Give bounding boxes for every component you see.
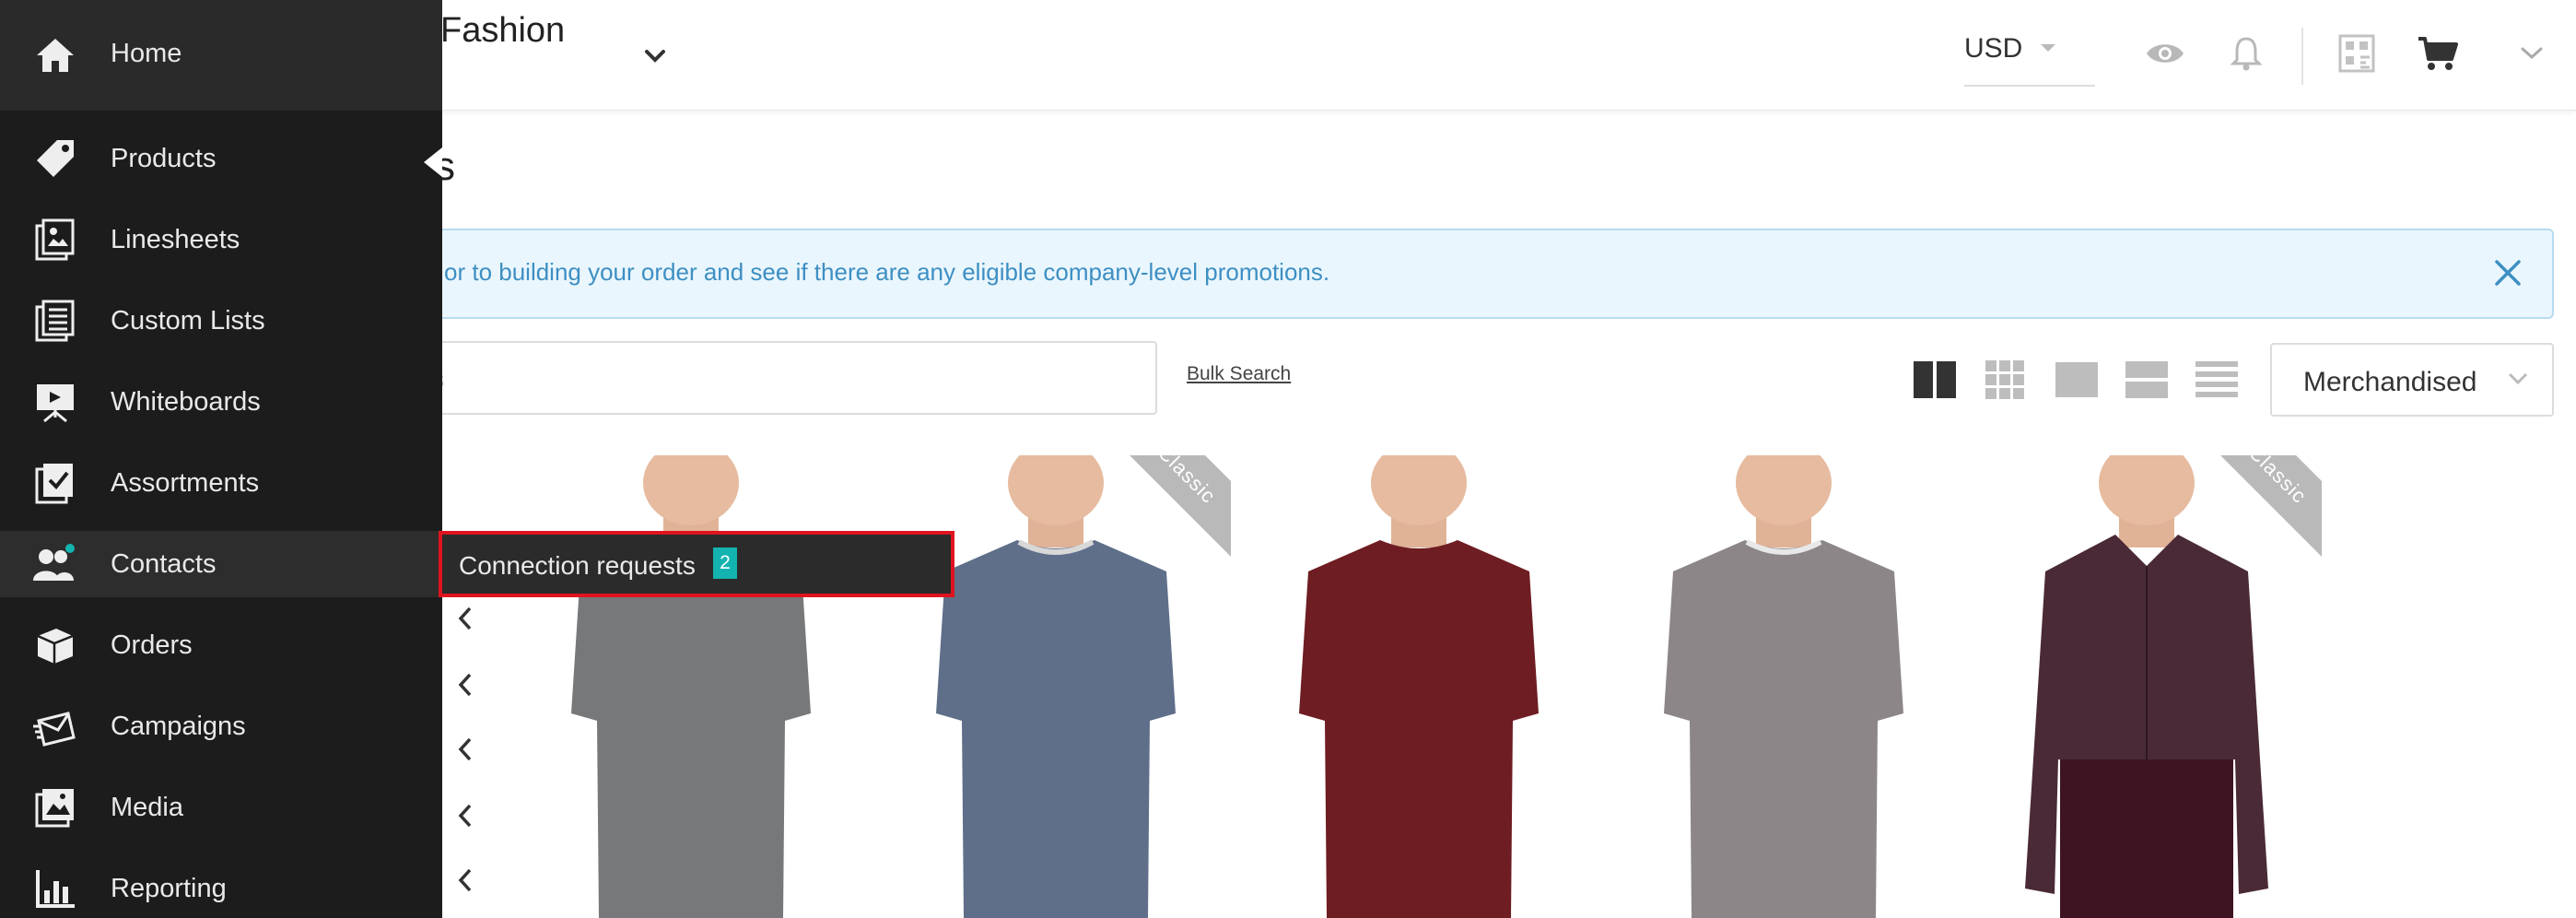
box-icon	[31, 621, 79, 669]
sidebar-item-label: Reporting	[111, 874, 227, 903]
sidebar-item-label: Whiteboards	[111, 387, 261, 417]
view-large-grid-icon[interactable]	[1911, 356, 1959, 404]
caret-down-icon	[2040, 41, 2056, 57]
home-icon	[31, 31, 79, 79]
bulk-search-link[interactable]: Bulk Search	[1187, 363, 1291, 385]
connection-requests-menu-item[interactable]: Connection requests 2	[439, 531, 954, 597]
sidebar-item-custom-lists[interactable]: Custom Lists	[0, 288, 442, 354]
sidebar-item-label: Orders	[111, 630, 193, 660]
chevron-left-icon[interactable]	[451, 605, 479, 632]
view-rows-icon[interactable]	[2123, 356, 2171, 404]
view-list-icon[interactable]	[2193, 356, 2241, 404]
connection-requests-label: Connection requests	[459, 551, 696, 580]
ribbon-label: Classic	[1153, 455, 1221, 509]
chevron-down-icon	[2508, 372, 2528, 390]
assortments-icon	[31, 459, 79, 507]
eye-icon[interactable]	[2143, 31, 2187, 76]
product-card[interactable]: Classic	[1972, 455, 2322, 918]
whiteboard-icon	[31, 378, 79, 426]
sidebar-item-label: Assortments	[111, 468, 260, 498]
tag-icon	[31, 135, 79, 182]
sidebar: Home Products Linesheets Custom Lists Wh…	[0, 0, 442, 918]
chevron-left-icon[interactable]	[451, 866, 479, 894]
view-small-grid-icon[interactable]	[1981, 356, 2029, 404]
product-card[interactable]: Classic	[881, 455, 1231, 918]
chevron-left-icon[interactable]	[451, 671, 479, 699]
header-divider	[2301, 28, 2303, 85]
view-single-icon[interactable]	[2053, 356, 2101, 404]
product-card[interactable]	[1609, 455, 1959, 918]
close-icon[interactable]	[2489, 254, 2526, 291]
sidebar-item-whiteboards[interactable]: Whiteboards	[0, 369, 442, 435]
sidebar-item-label: Home	[111, 39, 182, 68]
sort-select[interactable]: Merchandised	[2270, 343, 2554, 417]
sidebar-item-campaigns[interactable]: Campaigns	[0, 693, 442, 759]
sort-value: Merchandised	[2303, 367, 2477, 397]
chart-icon	[31, 865, 79, 912]
qr-icon[interactable]	[2335, 31, 2379, 76]
sidebar-item-contacts[interactable]: Contacts	[0, 531, 442, 597]
connection-requests-badge: 2	[713, 547, 737, 579]
sidebar-item-home[interactable]: Home	[0, 0, 442, 111]
brand-switch-chevron-icon[interactable]	[639, 41, 671, 72]
sidebar-active-pointer	[424, 147, 442, 177]
sidebar-item-media[interactable]: Media	[0, 774, 442, 841]
sidebar-item-label: Contacts	[111, 549, 217, 579]
sidebar-item-label: Campaigns	[111, 712, 246, 741]
ribbon-label: Classic	[2243, 455, 2312, 509]
currency-value: USD	[1964, 33, 2023, 64]
chevron-left-icon[interactable]	[451, 736, 479, 763]
list-icon	[31, 297, 79, 345]
sidebar-item-linesheets[interactable]: Linesheets	[0, 206, 442, 273]
product-ribbon: Classic	[1972, 455, 2322, 638]
campaign-icon	[31, 702, 79, 750]
sidebar-item-reporting[interactable]: Reporting	[0, 855, 442, 918]
contacts-icon	[31, 540, 79, 588]
sidebar-item-label: Products	[111, 144, 217, 173]
sidebar-item-orders[interactable]: Orders	[0, 612, 442, 678]
search-input[interactable]: ts	[405, 341, 1157, 415]
promotions-alert: or to building your order and see if the…	[405, 229, 2554, 319]
account-chevron-down-icon[interactable]	[2510, 31, 2554, 76]
product-card[interactable]	[516, 455, 866, 918]
sidebar-item-label: Media	[111, 793, 183, 822]
bell-icon[interactable]	[2224, 31, 2268, 76]
media-icon	[31, 783, 79, 831]
cart-icon[interactable]	[2416, 31, 2460, 76]
sidebar-item-products[interactable]: Products	[0, 125, 442, 192]
currency-select[interactable]: USD	[1964, 28, 2095, 87]
product-card[interactable]	[1244, 455, 1594, 918]
sidebar-item-label: Linesheets	[111, 225, 240, 254]
chevron-left-icon[interactable]	[451, 802, 479, 830]
alert-text: or to building your order and see if the…	[444, 258, 1330, 286]
sidebar-item-assortments[interactable]: Assortments	[0, 450, 442, 516]
linesheets-icon	[31, 216, 79, 264]
sidebar-item-label: Custom Lists	[111, 306, 265, 335]
